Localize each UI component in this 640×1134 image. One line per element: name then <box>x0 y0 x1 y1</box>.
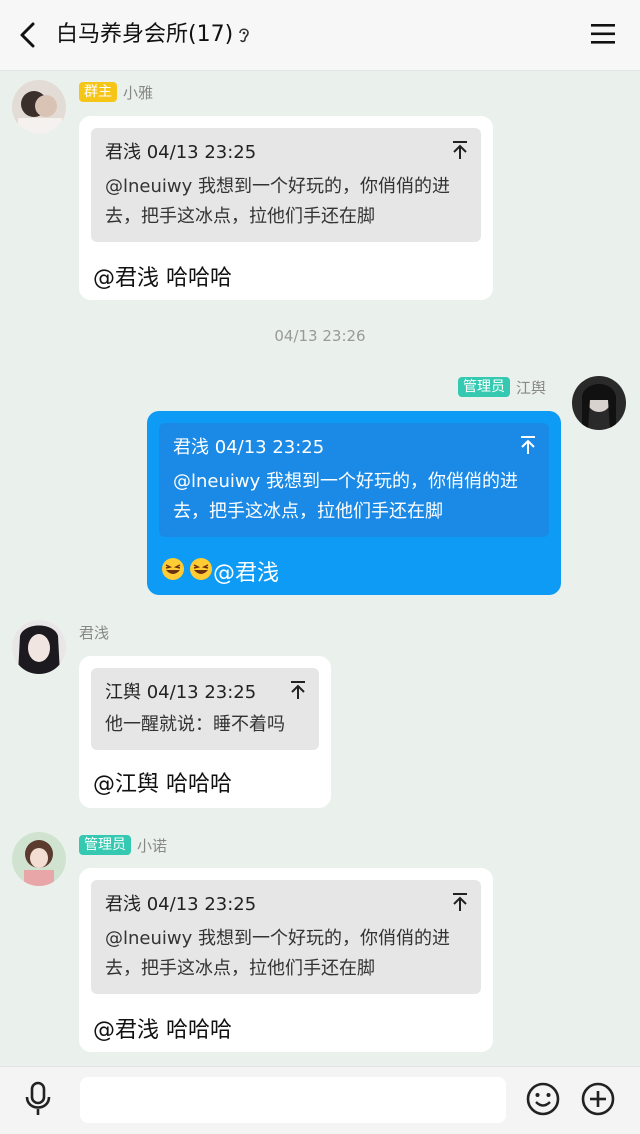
message-bubble[interactable]: 君浅 04/13 23:25 @lneuiwy 我想到一个好玩的，你俏俏的进 去… <box>79 116 493 300</box>
message-text: @君浅 哈哈哈 <box>93 266 232 291</box>
menu-icon[interactable] <box>590 22 616 46</box>
pin-top-icon[interactable] <box>451 140 469 160</box>
input-bar <box>0 1066 640 1134</box>
admin-badge: 管理员 <box>79 835 131 855</box>
sender-info: 管理员 小诺 <box>79 834 167 856</box>
emoji-icon[interactable] <box>525 1081 561 1117</box>
quote-header: 君浅 04/13 23:25 <box>173 437 325 458</box>
quote-header: 君浅 04/13 23:25 <box>105 142 257 163</box>
owner-badge: 群主 <box>79 82 117 102</box>
quote-body: @lneuiwy 我想到一个好玩的，你俏俏的进 去，把手这冰点，拉他们手还在脚 <box>173 471 518 522</box>
sender-info: 群主 小雅 <box>79 81 153 103</box>
plus-icon[interactable] <box>580 1081 616 1117</box>
message-text: @君浅 哈哈哈 <box>93 1018 232 1043</box>
sender-nickname: 君浅 <box>79 623 110 642</box>
sender-info: 君浅 <box>79 621 109 643</box>
avatar[interactable] <box>12 832 66 886</box>
avatar[interactable] <box>12 620 66 674</box>
message-input[interactable] <box>80 1077 506 1123</box>
quote-body: @lneuiwy 我想到一个好玩的，你俏俏的进 去，把手这冰点，拉他们手还在脚 <box>105 176 450 227</box>
quote-header: 江舆 04/13 23:25 <box>105 682 257 703</box>
quoted-message[interactable]: 江舆 04/13 23:25 他一醒就说：睡不着吗 <box>91 668 319 750</box>
message-bubble[interactable]: 君浅 04/13 23:25 @lneuiwy 我想到一个好玩的，你俏俏的进 去… <box>147 411 561 595</box>
message-bubble[interactable]: 君浅 04/13 23:25 @lneuiwy 我想到一个好玩的，你俏俏的进 去… <box>79 868 493 1052</box>
pin-top-icon[interactable] <box>519 435 537 455</box>
pin-top-icon[interactable] <box>451 892 469 912</box>
avatar[interactable] <box>12 80 66 134</box>
avatar[interactable] <box>572 376 626 430</box>
ear-icon[interactable] <box>236 26 252 44</box>
quoted-message[interactable]: 君浅 04/13 23:25 @lneuiwy 我想到一个好玩的，你俏俏的进 去… <box>91 880 481 994</box>
mic-icon[interactable] <box>22 1081 54 1117</box>
quoted-message[interactable]: 君浅 04/13 23:25 @lneuiwy 我想到一个好玩的，你俏俏的进 去… <box>91 128 481 242</box>
back-arrow-icon[interactable] <box>14 20 44 50</box>
sender-nickname: 小诺 <box>137 836 168 855</box>
timestamp: 04/13 23:26 <box>274 327 366 345</box>
quoted-message[interactable]: 君浅 04/13 23:25 @lneuiwy 我想到一个好玩的，你俏俏的进 去… <box>159 423 549 537</box>
sender-nickname: 小雅 <box>123 83 154 102</box>
quote-body: 他一醒就说：睡不着吗 <box>105 714 285 735</box>
message-text: @江舆 哈哈哈 <box>93 772 232 797</box>
quote-body: @lneuiwy 我想到一个好玩的，你俏俏的进 去，把手这冰点，拉他们手还在脚 <box>105 928 450 979</box>
sender-nickname: 江舆 <box>516 378 547 397</box>
quote-header: 君浅 04/13 23:25 <box>105 894 257 915</box>
chat-header: 白马养身会所(17) <box>0 0 640 71</box>
pin-top-icon[interactable] <box>289 680 307 700</box>
message-text: @君浅 <box>213 561 280 586</box>
laugh-emoji-icon <box>162 558 212 580</box>
sender-info: 管理员 江舆 <box>458 376 546 398</box>
chat-title: 白马养身会所(17) <box>56 22 234 47</box>
message-bubble[interactable]: 江舆 04/13 23:25 他一醒就说：睡不着吗 @江舆 哈哈哈 <box>79 656 331 808</box>
admin-badge: 管理员 <box>458 377 510 397</box>
